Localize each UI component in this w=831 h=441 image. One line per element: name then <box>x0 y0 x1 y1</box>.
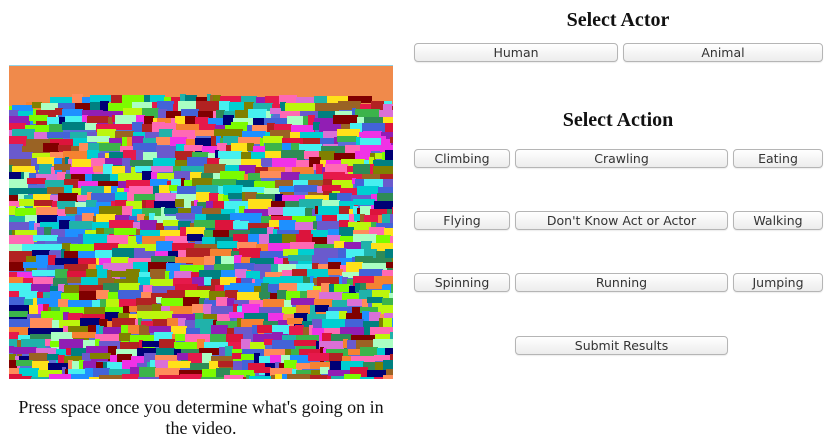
flying-button[interactable]: Flying <box>414 211 510 230</box>
select-action-heading: Select Action <box>562 109 674 131</box>
running-button[interactable]: Running <box>515 273 728 292</box>
animal-button[interactable]: Animal <box>623 43 823 62</box>
climbing-button[interactable]: Climbing <box>414 149 510 168</box>
spinning-button[interactable]: Spinning <box>414 273 510 292</box>
eating-button[interactable]: Eating <box>733 149 823 168</box>
video-frame <box>9 65 393 379</box>
walking-button[interactable]: Walking <box>733 211 823 230</box>
dont-know-button[interactable]: Don't Know Act or Actor <box>515 211 728 230</box>
human-button[interactable]: Human <box>414 43 618 62</box>
crawling-button[interactable]: Crawling <box>515 149 728 168</box>
select-actor-heading: Select Actor <box>566 9 670 31</box>
submit-results-button[interactable]: Submit Results <box>515 336 728 355</box>
segmented-video-image <box>9 66 393 379</box>
jumping-button[interactable]: Jumping <box>733 273 823 292</box>
instruction-text: Press space once you determine what's go… <box>18 397 384 438</box>
